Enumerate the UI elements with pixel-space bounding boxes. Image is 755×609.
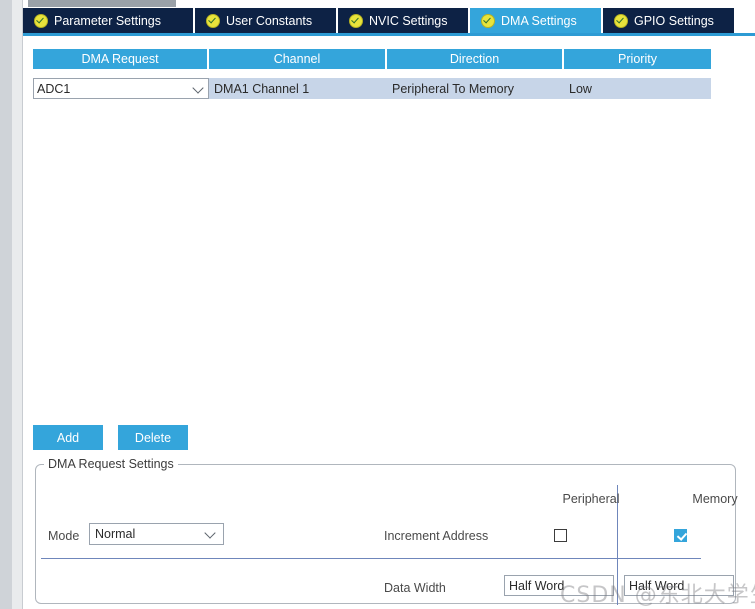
check-circle-icon xyxy=(34,13,48,28)
window-chrome-left-edge xyxy=(0,0,12,609)
tab-dma-settings[interactable]: DMA Settings xyxy=(470,8,603,33)
tab-label: Parameter Settings xyxy=(54,13,161,28)
priority-cell: Low xyxy=(564,78,711,99)
dma-request-value: ADC1 xyxy=(37,81,71,96)
tab-nvic-settings[interactable]: NVIC Settings xyxy=(338,8,470,33)
mode-select[interactable]: Normal xyxy=(89,523,224,545)
chevron-down-icon xyxy=(204,527,216,539)
delete-button[interactable]: Delete xyxy=(118,425,188,450)
add-button[interactable]: Add xyxy=(33,425,103,450)
toolbar-grey-bar xyxy=(28,0,176,7)
settings-tab-bar: Parameter Settings User Constants NVIC S… xyxy=(23,8,755,35)
tab-label: NVIC Settings xyxy=(369,13,448,28)
tab-label: User Constants xyxy=(226,13,313,28)
mode-value: Normal xyxy=(95,527,136,541)
table-action-buttons: Add Delete xyxy=(33,425,188,450)
chevron-down-icon xyxy=(192,81,204,94)
column-header-channel[interactable]: Channel xyxy=(209,49,387,69)
dma-request-table: DMA Request Channel Direction Priority A… xyxy=(33,49,711,99)
check-circle-icon xyxy=(614,13,628,28)
check-circle-icon xyxy=(349,13,363,28)
column-header-peripheral: Peripheral xyxy=(562,492,620,506)
memory-increment-address-checkbox[interactable] xyxy=(674,529,687,542)
data-width-label: Data Width xyxy=(384,581,446,595)
table-row[interactable]: ADC1 DMA1 Channel 1 Peripheral To Memory… xyxy=(33,78,711,99)
dma-settings-page: Parameter Settings User Constants NVIC S… xyxy=(0,0,755,609)
table-header-row: DMA Request Channel Direction Priority xyxy=(33,49,711,69)
column-header-memory: Memory xyxy=(692,492,738,506)
tab-parameter-settings[interactable]: Parameter Settings xyxy=(23,8,195,33)
group-box-legend: DMA Request Settings xyxy=(44,457,178,471)
tab-label: DMA Settings xyxy=(501,13,577,28)
peripheral-increment-address-checkbox[interactable] xyxy=(554,529,567,542)
settings-row-divider xyxy=(41,558,701,559)
tab-gpio-settings[interactable]: GPIO Settings xyxy=(603,8,734,33)
check-circle-icon xyxy=(206,13,220,28)
memory-data-width-field[interactable]: Half Word xyxy=(624,575,734,596)
mode-label: Mode xyxy=(48,529,80,543)
window-chrome-left-gutter xyxy=(12,0,23,609)
peripheral-data-width-field[interactable]: Half Word xyxy=(504,575,614,596)
increment-address-label: Increment Address xyxy=(384,529,489,543)
column-header-priority[interactable]: Priority xyxy=(564,49,711,69)
column-header-dma-request[interactable]: DMA Request xyxy=(33,49,209,69)
tab-label: GPIO Settings xyxy=(634,13,714,28)
tab-user-constants[interactable]: User Constants xyxy=(195,8,338,33)
column-header-direction[interactable]: Direction xyxy=(387,49,564,69)
channel-cell: DMA1 Channel 1 xyxy=(209,78,387,99)
dma-request-settings-group: DMA Request Settings Peripheral Memory M… xyxy=(35,457,738,605)
check-circle-icon xyxy=(481,13,495,28)
dma-request-select[interactable]: ADC1 xyxy=(33,78,209,99)
direction-cell: Peripheral To Memory xyxy=(387,78,564,99)
